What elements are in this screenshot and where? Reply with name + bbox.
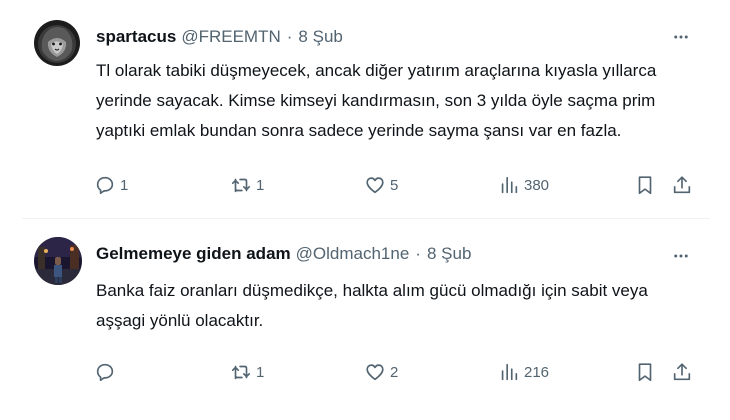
share-button[interactable] <box>671 172 693 198</box>
tweet-text-line: aşşagi yönlü olacaktır. <box>96 311 264 330</box>
tweet-text: Tl olarak tabiki düşmeyecek, ancak diğer… <box>96 56 696 146</box>
separator-dot: · <box>286 27 293 46</box>
tweet-text-line: Tl olarak tabiki düşmeyecek, ancak diğer… <box>96 61 657 80</box>
views-count: 380 <box>524 176 550 194</box>
retweet-icon <box>231 178 251 193</box>
user-handle[interactable]: @Oldmach1ne <box>296 244 410 264</box>
display-name[interactable]: Gelmemeye giden adam <box>96 244 291 264</box>
share-button[interactable] <box>671 359 693 385</box>
retweet-button[interactable]: 1 <box>230 172 264 198</box>
avatar[interactable] <box>34 237 82 285</box>
views-count: 216 <box>524 363 550 381</box>
retweet-icon <box>231 365 251 380</box>
tweet[interactable]: Gelmemeye giden adam @Oldmach1ne · 8 Şub… <box>0 219 730 420</box>
tweet-header: Gelmemeye giden adam @Oldmach1ne · 8 Şub <box>96 242 471 266</box>
heart-icon <box>366 364 384 381</box>
reply-button[interactable]: 1 <box>94 172 128 198</box>
retweet-count: 1 <box>256 176 265 194</box>
lion-avatar-image <box>34 20 80 66</box>
more-icon <box>674 254 688 258</box>
views-icon <box>501 363 518 381</box>
tweet-date[interactable]: 8 Şub <box>427 244 471 264</box>
share-icon <box>673 176 691 194</box>
tweet-text-line: yaptıki emlak bundan sonra sadece yerind… <box>96 121 622 140</box>
tweet-text: Banka faiz oranları düşmedikçe, halkta a… <box>96 276 696 336</box>
bookmark-button[interactable] <box>634 359 656 385</box>
like-button[interactable]: 2 <box>364 359 398 385</box>
night-street-avatar-image <box>34 237 82 285</box>
tweet-text-line: yerinde sayacak. Kimse kimseyi kandırmas… <box>96 91 656 110</box>
tweet-actions: 1 2 216 <box>94 359 704 385</box>
separator-dot: · <box>415 244 421 263</box>
tweet-header: spartacus @FREEMTN · 8 Şub <box>96 25 343 49</box>
reply-icon <box>96 176 114 195</box>
retweet-button[interactable]: 1 <box>230 359 264 385</box>
like-count: 2 <box>390 363 399 381</box>
views-button[interactable]: 380 <box>498 172 549 198</box>
more-button[interactable] <box>670 245 692 267</box>
more-button[interactable] <box>670 26 692 48</box>
avatar[interactable] <box>34 20 80 66</box>
tweet[interactable]: spartacus @FREEMTN · 8 Şub Tl olarak tab… <box>0 0 730 218</box>
share-icon <box>673 363 691 381</box>
views-button[interactable]: 216 <box>498 359 549 385</box>
user-handle[interactable]: @FREEMTN <box>181 27 280 47</box>
display-name[interactable]: spartacus <box>96 27 176 47</box>
like-count: 5 <box>390 176 399 194</box>
heart-icon <box>366 177 384 194</box>
retweet-count: 1 <box>256 363 265 381</box>
reply-count: 1 <box>120 176 129 194</box>
reply-button[interactable] <box>94 359 120 385</box>
views-icon <box>501 176 518 194</box>
reply-icon <box>96 363 114 382</box>
bookmark-button[interactable] <box>634 172 656 198</box>
more-icon <box>674 35 688 39</box>
tweet-date[interactable]: 8 Şub <box>298 27 342 47</box>
tweet-actions: 1 1 5 380 <box>94 172 704 198</box>
bookmark-icon <box>638 363 652 382</box>
bookmark-icon <box>638 176 652 195</box>
tweet-text-line: Banka faiz oranları düşmedikçe, halkta a… <box>96 281 648 300</box>
like-button[interactable]: 5 <box>364 172 398 198</box>
